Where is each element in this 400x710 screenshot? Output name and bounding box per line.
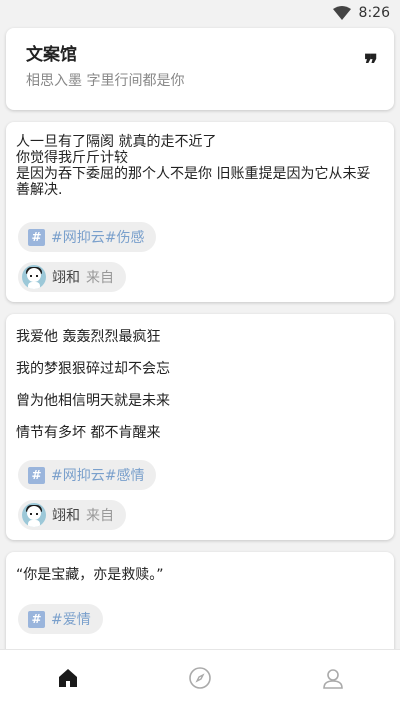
tag-label: #网抑云#伤感 (51, 230, 145, 246)
avatar (22, 503, 46, 527)
status-time: 8:26 (358, 5, 390, 21)
profile-icon (321, 666, 345, 694)
post-line: 我爱他 轰轰烈烈最疯狂 (16, 329, 161, 345)
author-name: 翊和 (52, 270, 80, 286)
tag-chip[interactable]: # #爱情 (18, 604, 103, 634)
wifi-icon (332, 6, 351, 20)
quote-icon[interactable]: ❞ (364, 52, 378, 78)
header-card: 文案馆 相思入墨 字里行间都是你 ❞ (6, 28, 394, 110)
hashtag-icon: # (28, 228, 45, 246)
tag-label: #爱情 (51, 612, 91, 628)
author-name: 翊和 (52, 508, 80, 524)
post-card[interactable]: 我爱他 轰轰烈烈最疯狂 我的梦狠狠碎过却不会忘 曾为他相信明天就是未来 情节有多… (6, 314, 394, 540)
home-icon (56, 666, 80, 694)
nav-profile[interactable] (313, 662, 353, 698)
status-bar: 8:26 (0, 0, 400, 26)
post-text: 人一旦有了隔阂 就真的走不近了 你觉得我斤斤计较 是因为吞下委屈的那个人不是你 … (16, 134, 371, 198)
author-chip[interactable]: 翊和 来自 (18, 262, 126, 292)
avatar (22, 265, 46, 289)
author-from: 来自 (86, 508, 114, 524)
tag-chip[interactable]: # #网抑云#感情 (18, 460, 157, 490)
author-chip[interactable]: 翊和 来自 (18, 500, 126, 530)
post-line: 曾为他相信明天就是未来 (16, 393, 170, 409)
hashtag-icon: # (28, 610, 45, 628)
post-line: 情节有多坏 都不肯醒来 (16, 425, 161, 441)
post-card[interactable]: 人一旦有了隔阂 就真的走不近了 你觉得我斤斤计较 是因为吞下委屈的那个人不是你 … (6, 122, 394, 302)
app-subtitle: 相思入墨 字里行间都是你 (26, 73, 185, 89)
hashtag-icon: # (28, 466, 45, 484)
app-title: 文案馆 (26, 45, 77, 65)
author-from: 来自 (86, 270, 114, 286)
tag-label: #网抑云#感情 (51, 468, 145, 484)
nav-discover[interactable] (180, 662, 220, 698)
compass-icon (188, 666, 212, 694)
post-line: 我的梦狠狠碎过却不会忘 (16, 361, 170, 377)
tag-chip[interactable]: # #网抑云#伤感 (18, 222, 157, 252)
post-text: “你是宝藏，亦是救赎。” (16, 567, 164, 583)
nav-home[interactable] (48, 662, 88, 698)
bottom-nav (0, 649, 400, 710)
